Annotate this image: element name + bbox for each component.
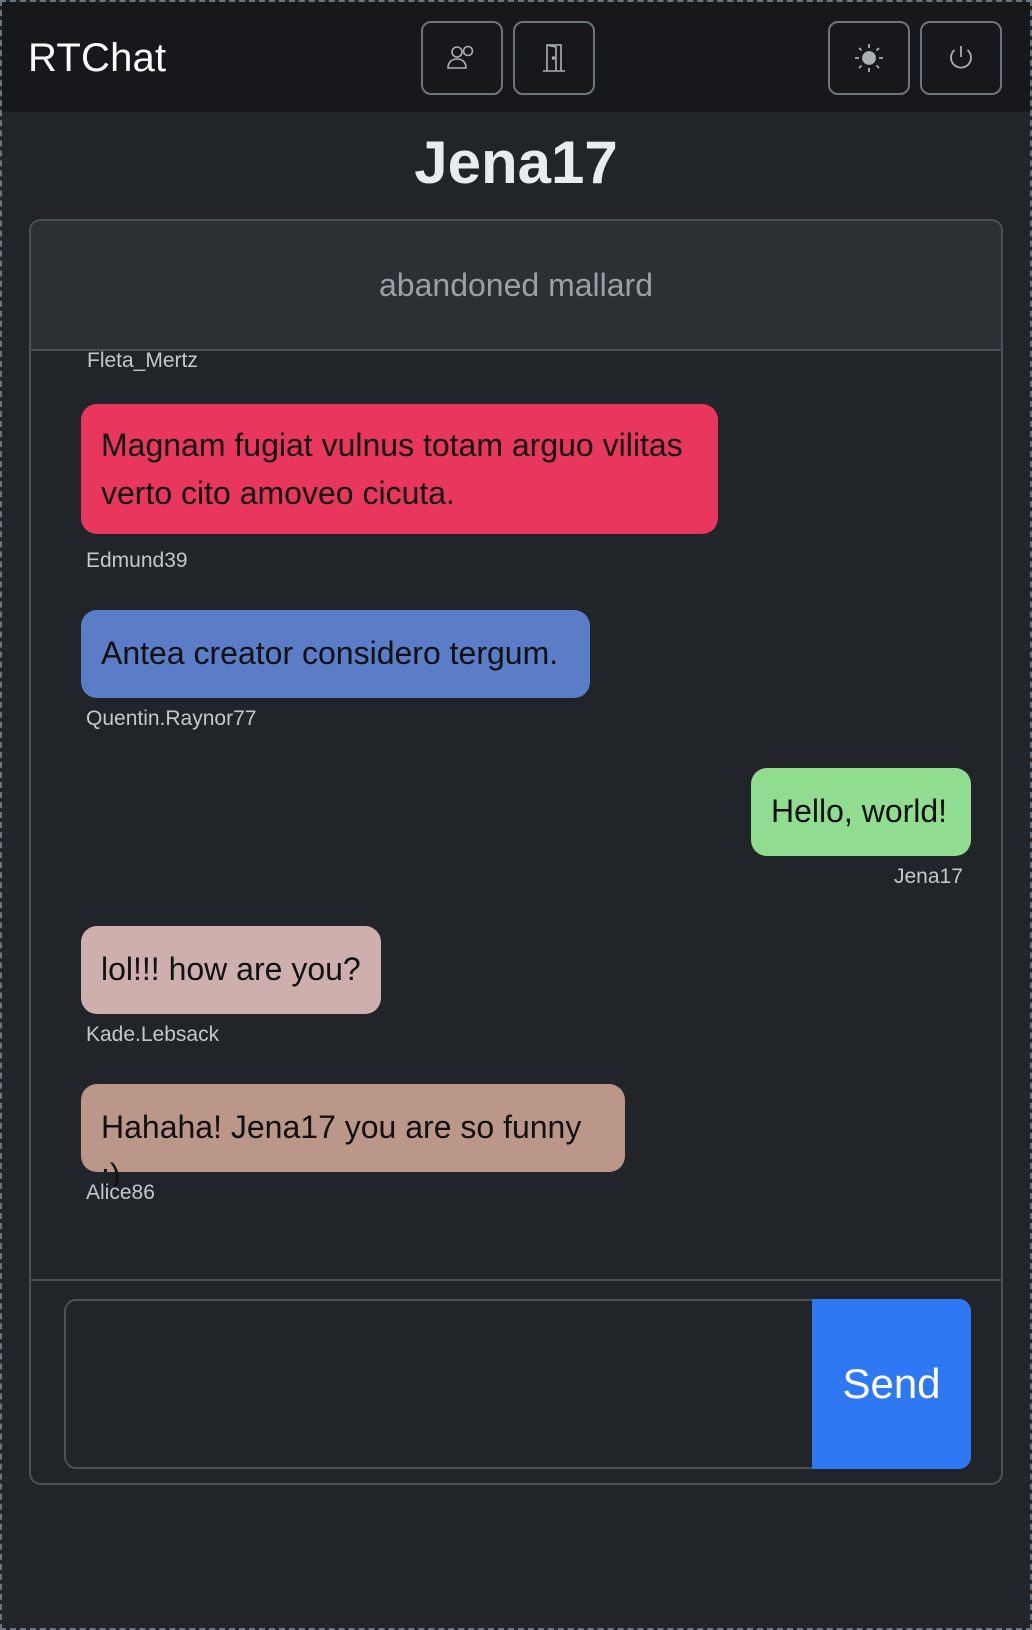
message-item: Magnam fugiat vulnus totam arguo vilitas… (81, 404, 718, 534)
chat-card: abandoned mallard Fleta_Mertz Magnam fug… (29, 219, 1003, 1485)
door-icon (543, 44, 565, 72)
message-bubble: Hahaha! Jena17 you are so funny :) (81, 1084, 625, 1193)
message-sender: Quentin.Raynor77 (86, 707, 257, 730)
sun-icon (855, 44, 883, 72)
message-item: lol!!! how are you? (81, 926, 381, 1014)
message-item: Hello, world! (751, 768, 971, 856)
send-button[interactable]: Send (812, 1299, 971, 1469)
users-icon (447, 45, 474, 69)
message-sender: Jena17 (894, 865, 963, 888)
navbar: RTChat (2, 2, 1030, 112)
message-input[interactable] (64, 1299, 814, 1469)
logout-button[interactable] (920, 21, 1002, 95)
message-bubble: lol!!! how are you? (81, 926, 381, 1014)
theme-toggle-button[interactable] (828, 21, 910, 95)
message-bubble: Hello, world! (751, 768, 971, 856)
message-sender: Edmund39 (86, 549, 188, 572)
message-bubble: Antea creator considero tergum. (81, 610, 590, 698)
message-sender: Alice86 (86, 1181, 155, 1204)
leave-room-button[interactable] (513, 21, 595, 95)
message-item: Hahaha! Jena17 you are so funny :) (81, 1084, 625, 1193)
message-item: Antea creator considero tergum. (81, 610, 590, 698)
message-list[interactable]: Fleta_Mertz Magnam fugiat vulnus totam a… (31, 351, 1001, 1281)
brand-logo[interactable]: RTChat (28, 36, 166, 81)
composer: Send (31, 1279, 1001, 1483)
power-icon (950, 46, 972, 69)
message-bubble: Magnam fugiat vulnus totam arguo vilitas… (81, 404, 718, 534)
message-sender: Fleta_Mertz (87, 351, 198, 372)
page-title: Jena17 (414, 129, 618, 196)
users-button[interactable] (421, 21, 503, 95)
message-sender: Kade.Lebsack (86, 1023, 220, 1046)
room-name: abandoned mallard (31, 221, 1001, 351)
